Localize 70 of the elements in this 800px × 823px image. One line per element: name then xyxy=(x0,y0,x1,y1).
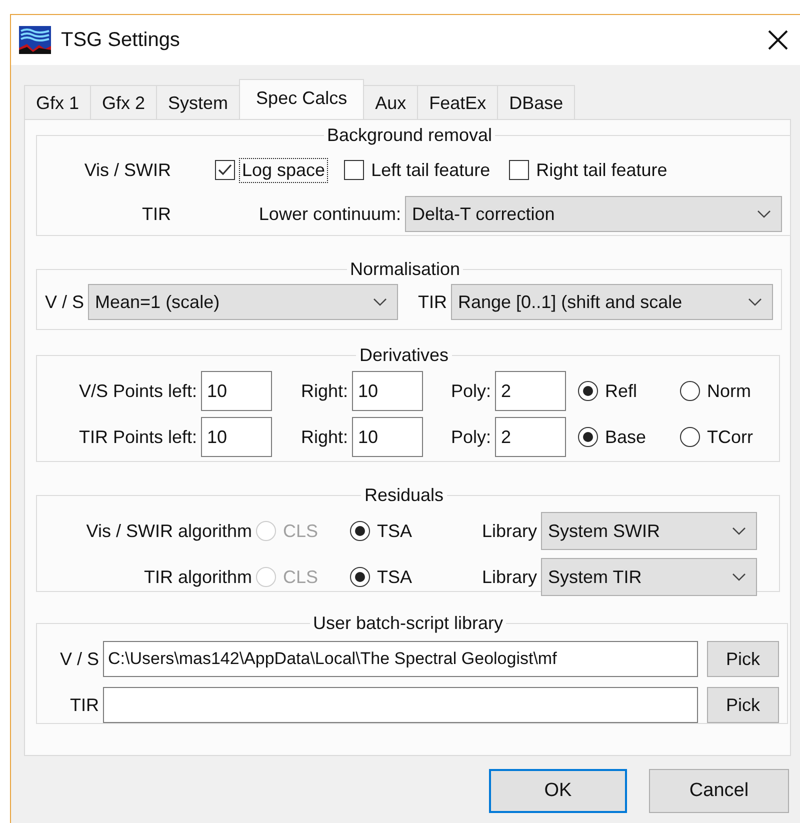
dropdown[interactable]: System SWIR xyxy=(541,512,758,550)
pick-button[interactable]: Pick xyxy=(707,687,779,723)
field-label: TIR algorithm xyxy=(142,566,253,588)
chevron-icon xyxy=(373,298,388,306)
radio-label: Base xyxy=(604,426,648,448)
number-field[interactable]: 2 xyxy=(495,417,566,457)
dropdown[interactable]: System TIR xyxy=(541,558,758,596)
radio-button[interactable] xyxy=(578,381,598,401)
field-label: TIR xyxy=(69,694,100,716)
close-icon[interactable] xyxy=(767,29,789,51)
field-label: Right: xyxy=(300,380,349,402)
radio-label: TSA xyxy=(376,566,414,588)
group-title: Residuals xyxy=(363,484,445,506)
dialog-button[interactable]: OK xyxy=(489,769,627,813)
chevron-icon xyxy=(748,298,762,306)
radio-label: CLS xyxy=(282,566,320,588)
number-field[interactable]: 10 xyxy=(352,417,423,457)
chevron-icon xyxy=(732,573,746,581)
dropdown[interactable]: Range [0..1] (shift and scale xyxy=(451,284,774,320)
group-title: Normalisation xyxy=(348,258,462,280)
radio-label: CLS xyxy=(282,520,320,542)
number-field[interactable]: 10 xyxy=(201,371,272,411)
radio-button[interactable] xyxy=(350,521,370,541)
window-title: TSG Settings xyxy=(61,28,180,52)
field-label: Vis / SWIR algorithm xyxy=(85,520,253,542)
field-label: Right: xyxy=(300,426,349,448)
field-label: Poly: xyxy=(450,380,492,402)
tab[interactable]: Gfx 1 xyxy=(24,85,92,119)
group-title: User batch-script library xyxy=(312,612,504,634)
dialog-button[interactable]: Cancel xyxy=(649,769,789,813)
radio-label: TSA xyxy=(376,520,414,542)
pick-button[interactable]: Pick xyxy=(707,641,779,677)
row-label: Vis / SWIR xyxy=(83,160,171,180)
field-label: TIR Points left: xyxy=(78,426,198,448)
number-field[interactable]: 10 xyxy=(352,371,423,411)
tab[interactable]: DBase xyxy=(497,85,576,119)
radio-label: Refl xyxy=(604,380,638,402)
radio-button[interactable] xyxy=(680,381,700,401)
field-label: Library xyxy=(481,566,538,588)
checkbox[interactable] xyxy=(509,160,530,180)
radio-label: Norm xyxy=(706,380,752,402)
radio-label: TCorr xyxy=(706,426,754,448)
field-label: V / S xyxy=(44,292,86,312)
field-label: Lower continuum: xyxy=(258,204,402,224)
chevron-icon xyxy=(732,527,746,535)
number-field[interactable]: 10 xyxy=(201,417,272,457)
dropdown[interactable]: Mean=1 (scale) xyxy=(88,284,398,320)
checkbox[interactable] xyxy=(215,160,235,180)
row-label: TIR xyxy=(141,204,171,224)
field-label: V / S xyxy=(58,648,100,670)
number-field[interactable]: 2 xyxy=(495,371,566,411)
radio-button[interactable] xyxy=(350,567,370,587)
checkbox[interactable] xyxy=(344,160,364,180)
tab[interactable]: Spec Calcs xyxy=(239,79,364,119)
radio-button[interactable] xyxy=(578,427,598,447)
field-label: V/S Points left: xyxy=(78,380,198,402)
group-title: Background removal xyxy=(326,124,494,146)
checkbox-label: Right tail feature xyxy=(535,158,668,182)
radio-button[interactable] xyxy=(680,427,700,447)
path-field[interactable]: C:\Users\mas142\AppData\Local\The Spectral Geologist\mf xyxy=(103,641,698,677)
field-label: TIR xyxy=(417,292,448,312)
path-field[interactable] xyxy=(103,687,698,723)
checkbox-label: Log space xyxy=(239,158,328,182)
field-label: Poly: xyxy=(450,426,492,448)
checkbox-label: Left tail feature xyxy=(370,158,492,182)
group-title: Derivatives xyxy=(358,344,450,366)
chevron-icon xyxy=(757,210,771,218)
app-logo-icon xyxy=(19,26,51,54)
dropdown[interactable]: Delta-T correction xyxy=(405,196,782,232)
field-label: Library xyxy=(481,520,538,542)
